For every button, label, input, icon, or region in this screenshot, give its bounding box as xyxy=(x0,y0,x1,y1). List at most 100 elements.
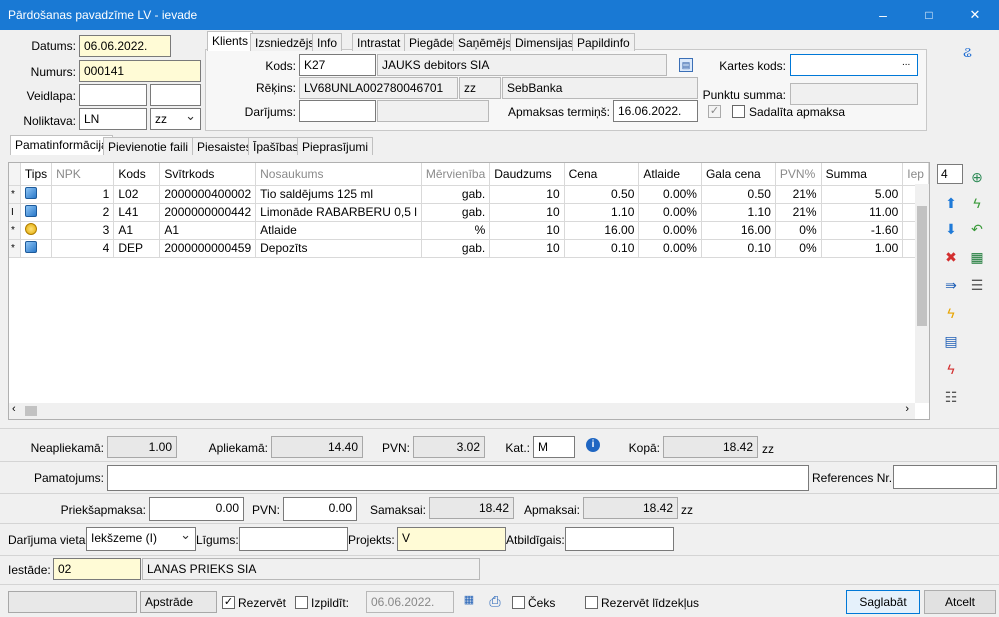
ligums-input[interactable] xyxy=(239,527,348,551)
col-cena[interactable]: Cena xyxy=(564,163,640,186)
cell-atl[interactable]: 0.00% xyxy=(638,221,702,240)
col-gala-cena[interactable]: Gala cena xyxy=(701,163,776,186)
tab-papildinfo[interactable]: Papildinfo xyxy=(572,33,635,51)
cell-cena[interactable]: 16.00 xyxy=(564,221,640,240)
cell-cena[interactable]: 0.10 xyxy=(564,239,640,258)
save-button[interactable]: Saglabāt xyxy=(846,590,920,614)
kartes-input[interactable] xyxy=(790,54,918,76)
darijums-input[interactable] xyxy=(299,100,376,122)
rezervet-checkbox[interactable]: ✓ xyxy=(222,596,235,609)
cell-tips[interactable] xyxy=(20,203,53,222)
veidlapa-extra-input[interactable] xyxy=(150,84,201,106)
cell-atl[interactable]: 0.00% xyxy=(638,185,702,204)
cell-tips[interactable] xyxy=(20,185,53,204)
cell-gala[interactable]: 16.00 xyxy=(701,221,776,240)
cell-mv[interactable]: gab. xyxy=(421,203,491,222)
tab-ipasibas[interactable]: Īpašības xyxy=(248,137,304,155)
cell-cena[interactable]: 1.10 xyxy=(564,203,640,222)
tab-intrastat[interactable]: Intrastat xyxy=(352,33,406,51)
move-down-icon[interactable]: ⬇ xyxy=(942,220,960,238)
col-nosaukums[interactable]: Nosaukums xyxy=(255,163,422,186)
col-summa[interactable]: Summa xyxy=(821,163,904,186)
col-iep[interactable]: Iep xyxy=(902,163,929,186)
minimize-button[interactable]: – xyxy=(860,0,906,30)
cell-svitr[interactable]: 2000000400002 xyxy=(159,185,257,204)
iestade-input[interactable]: 02 xyxy=(53,558,141,580)
vertical-scrollbar[interactable] xyxy=(915,184,929,403)
cancel-button[interactable]: Atcelt xyxy=(924,590,996,614)
cell-pvn[interactable]: 0% xyxy=(775,239,822,258)
lightning-icon[interactable]: ϟ xyxy=(968,194,986,212)
col-tips[interactable]: Tips xyxy=(20,163,53,186)
tab-pievienotie-faili[interactable]: Pievienotie faili xyxy=(103,137,194,155)
col-mervieniba[interactable]: Mērvienība xyxy=(421,163,491,186)
table-row[interactable]: * 3 A1 A1 Atlaide% 10 16.00 0.00% 16.00 0% -1.60 xyxy=(9,221,929,240)
col-npk[interactable]: NPK xyxy=(51,163,115,186)
cell-kods[interactable]: L41 xyxy=(113,203,161,222)
table-row[interactable]: * 4 DEP 2000000000459 Depozīts gab. 10 0.10 0.00… xyxy=(9,239,929,258)
kartes-lookup-button[interactable]: ... xyxy=(902,57,910,68)
cell-kods[interactable]: DEP xyxy=(113,239,161,258)
cell-cena[interactable]: 0.50 xyxy=(564,185,640,204)
cell-summa[interactable]: 11.00 xyxy=(821,203,904,222)
veidlapa-input[interactable] xyxy=(79,84,147,106)
cell-tips[interactable] xyxy=(20,239,53,258)
tree-icon[interactable]: ☰ xyxy=(968,276,986,294)
cell-gala[interactable]: 1.10 xyxy=(701,203,776,222)
termins-input[interactable]: 16.06.2022. xyxy=(613,100,698,122)
tab-izsniedzejs[interactable]: Izsniedzējs xyxy=(250,33,320,51)
kat-input[interactable]: M xyxy=(533,436,575,458)
col-pvn[interactable]: PVN% xyxy=(775,163,822,186)
tab-pamatinformacija[interactable]: Pamatinformācija xyxy=(10,135,113,155)
pvn2-input[interactable]: 0.00 xyxy=(283,497,357,521)
cell-svitr[interactable]: 2000000000442 xyxy=(159,203,257,222)
excel-icon[interactable]: ▦ xyxy=(968,248,986,266)
cell-tips[interactable] xyxy=(20,221,53,240)
printer-icon[interactable]: ⎙ xyxy=(486,593,504,611)
cell-npk[interactable]: 3 xyxy=(51,221,115,240)
sadalita-checkbox[interactable] xyxy=(732,105,745,118)
tab-klients[interactable]: Klients xyxy=(207,31,254,51)
col-svitrkods[interactable]: Svītrkods xyxy=(159,163,257,186)
document-icon[interactable]: ▤ xyxy=(679,58,693,72)
cell-summa[interactable]: 5.00 xyxy=(821,185,904,204)
noliktava-input[interactable]: LN xyxy=(79,108,147,130)
cell-daudz[interactable]: 10 xyxy=(489,185,565,204)
rezervet-lidz-checkbox[interactable] xyxy=(585,596,598,609)
table-row[interactable]: * 1 L02 2000000400002 Tio saldējums 125 ml ga… xyxy=(9,185,929,204)
tab-piegade[interactable]: Piegāde xyxy=(404,33,459,51)
table-row[interactable]: I 2 L41 2000000000442 Limonāde RABARBERU 0,5… xyxy=(9,203,929,222)
ref-input[interactable] xyxy=(893,465,997,489)
tab-dimensijas[interactable]: Dimensijas xyxy=(510,33,579,51)
move-up-icon[interactable]: ⬆ xyxy=(942,194,960,212)
doc-edit-icon[interactable]: ▤ xyxy=(942,332,960,350)
info-icon[interactable]: i xyxy=(586,438,600,452)
numurs-input[interactable]: 000141 xyxy=(79,60,201,82)
cell-kods[interactable]: L02 xyxy=(113,185,161,204)
tab-info[interactable]: Info xyxy=(312,33,343,51)
izpildit-checkbox[interactable] xyxy=(295,596,308,609)
cell-mv[interactable]: % xyxy=(421,221,491,240)
tab-sanemejs[interactable]: Saņēmējs xyxy=(453,33,517,51)
cell-npk[interactable]: 2 xyxy=(51,203,115,222)
noliktava-select[interactable]: zz xyxy=(150,108,201,130)
cell-daudz[interactable]: 10 xyxy=(489,221,565,240)
cell-daudz[interactable]: 10 xyxy=(489,203,565,222)
cell-mv[interactable]: gab. xyxy=(421,185,491,204)
ceks-checkbox[interactable] xyxy=(512,596,525,609)
cell-pvn[interactable]: 0% xyxy=(775,221,822,240)
cell-svitr[interactable]: A1 xyxy=(159,221,257,240)
cell-pvn[interactable]: 21% xyxy=(775,185,822,204)
col-daudzums[interactable]: Daudzums xyxy=(489,163,565,186)
cell-daudz[interactable]: 10 xyxy=(489,239,565,258)
projekts-input[interactable]: V xyxy=(397,527,506,551)
red-flash-icon[interactable]: ϟ xyxy=(942,360,960,378)
cell-svitr[interactable]: 2000000000459 xyxy=(159,239,257,258)
cell-mv[interactable]: gab. xyxy=(421,239,491,258)
cell-pvn[interactable]: 21% xyxy=(775,203,822,222)
calculator-icon[interactable]: ▦ xyxy=(460,593,478,611)
undo-icon[interactable]: ↶ xyxy=(968,220,986,238)
cell-atl[interactable]: 0.00% xyxy=(638,239,702,258)
filter-columns-icon[interactable]: ☷ xyxy=(942,388,960,406)
prieksap-input[interactable]: 0.00 xyxy=(149,497,244,521)
